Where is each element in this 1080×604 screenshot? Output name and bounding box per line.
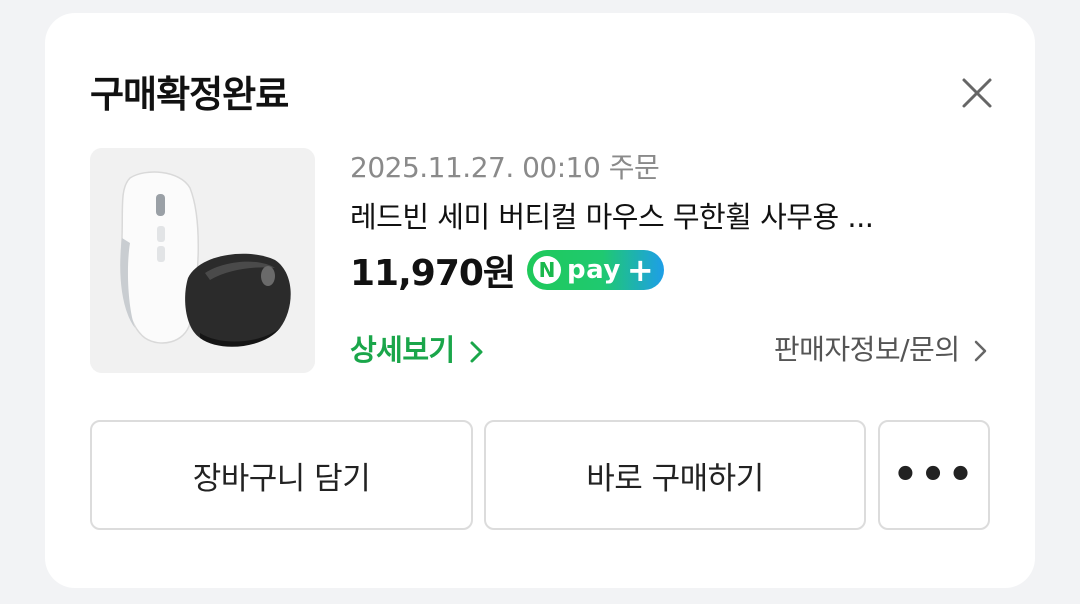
mouse-product-image [90,148,315,373]
order-date: 2025.11.27. 00:10 주문 [350,151,660,184]
npay-plus-icon: + [626,251,654,289]
product-thumbnail[interactable] [90,148,315,373]
npay-pay-label: pay [567,255,621,285]
seller-info-link[interactable]: 판매자정보/문의 [774,328,990,372]
chevron-right-icon [974,340,987,362]
seller-info-label: 판매자정보/문의 [773,333,960,366]
view-details-label: 상세보기 [350,333,455,367]
price-row: 11,970원 N pay + [350,246,990,294]
product-price: 11,970원 [350,253,516,294]
buy-now-button[interactable]: 바로 구매하기 [484,420,866,530]
close-button[interactable] [957,73,997,113]
add-to-cart-button[interactable]: 장바구니 담기 [90,420,473,530]
npay-n-icon: N [533,256,562,284]
card-title: 구매확정완료 [90,73,289,116]
order-links: 상세보기 판매자정보/문의 [350,328,990,372]
purchase-confirmed-card: 구매확정완료 2025.11.27. 00:10 주문 레드빈 세미 버티컬 마… [45,13,1035,588]
order-info: 2025.11.27. 00:10 주문 레드빈 세미 버티컬 마우스 무한휠 … [350,148,990,294]
more-options-button[interactable]: ••• [878,420,990,530]
chevron-right-icon [470,341,483,363]
view-details-link[interactable]: 상세보기 [350,328,486,372]
more-icon: ••• [892,452,976,498]
close-icon [962,78,992,108]
product-name[interactable]: 레드빈 세미 버티컬 마우스 무한휠 사무용 ... [350,196,990,238]
npay-plus-badge: N pay + [527,250,664,290]
